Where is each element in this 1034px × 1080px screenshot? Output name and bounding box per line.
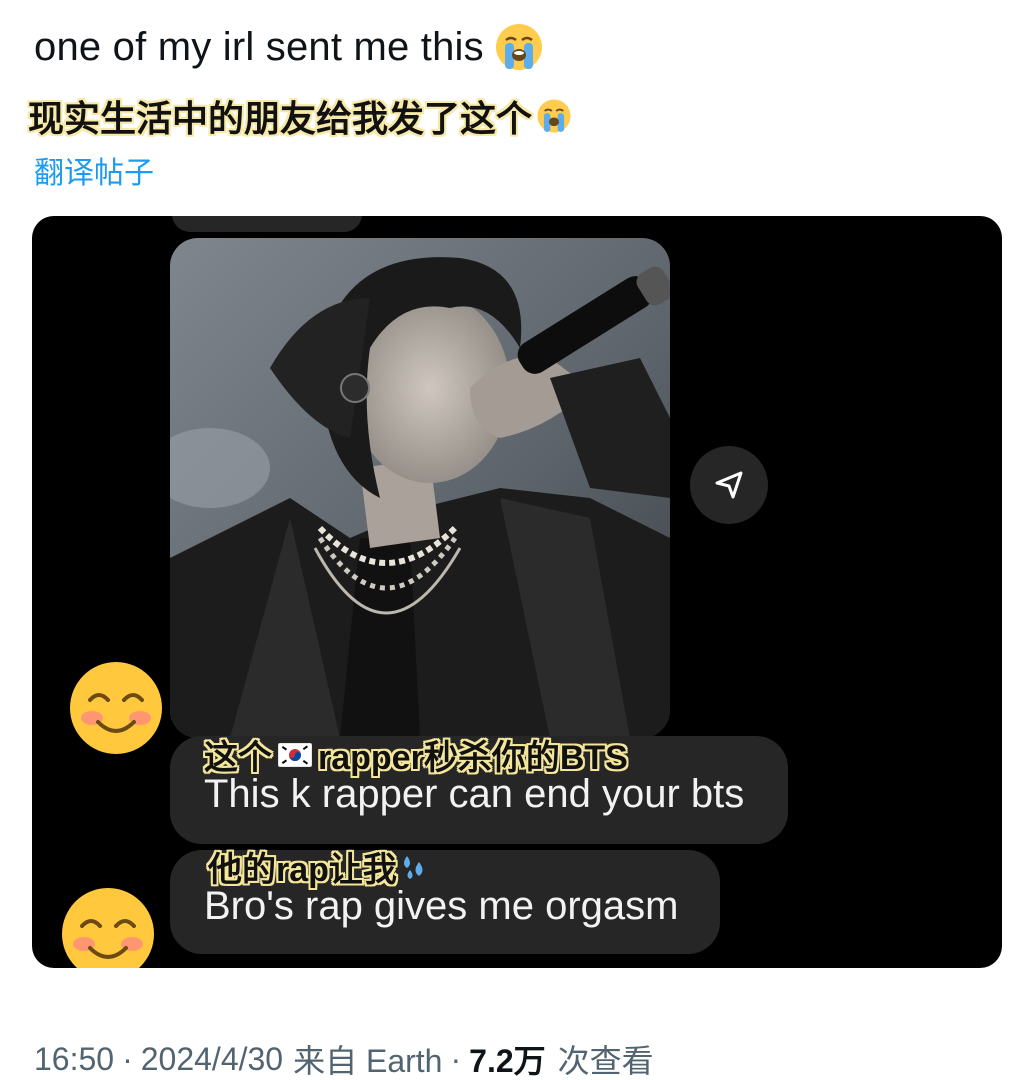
translate-post-link[interactable]: 翻译帖子 (34, 148, 154, 192)
post-date[interactable]: 2024/4/30 (141, 1041, 283, 1078)
post-time[interactable]: 16:50 (34, 1041, 114, 1078)
post-media-image[interactable]: 这个 rapper秒杀你的BTS This k rapper can end y… (32, 216, 1002, 968)
views-label: 次查看 (557, 1043, 654, 1079)
post-caption-chinese: 现实生活中的朋友给我发了这个 (28, 90, 572, 142)
post-metadata: 16:50 · 2024/4/30 来自 Earth · 7.2万 次查看 (34, 1036, 654, 1080)
post-text: one of my irl sent me this (34, 22, 544, 72)
south-korea-flag-icon (278, 742, 312, 767)
post: one of my irl sent me this 现实生活中的朋友给我发了这… (0, 0, 1034, 1080)
loudly-crying-face-icon (537, 99, 571, 133)
separator: · (450, 1040, 462, 1077)
message-1-text: This k rapper can end your bts (204, 772, 745, 816)
smiling-face-avatar-icon (62, 888, 154, 968)
caption-chinese-label: 现实生活中的朋友给我发了这个 (28, 98, 533, 139)
share-button[interactable] (690, 446, 768, 524)
send-arrow-icon (715, 471, 743, 499)
views-count: 7.2万 (469, 1043, 546, 1079)
loudly-crying-face-icon (495, 24, 542, 70)
concert-photo[interactable] (170, 238, 670, 738)
previous-message-bubble (172, 216, 362, 232)
post-text-label: one of my irl sent me this (34, 24, 484, 69)
rapper-photo-illustration (170, 238, 670, 738)
smiling-face-avatar-icon (70, 662, 162, 754)
post-source: 来自 Earth (293, 1043, 443, 1079)
sweat-droplets-icon (403, 855, 423, 879)
separator: · (122, 1040, 133, 1077)
message-2-text: Bro's rap gives me orgasm (204, 884, 679, 928)
